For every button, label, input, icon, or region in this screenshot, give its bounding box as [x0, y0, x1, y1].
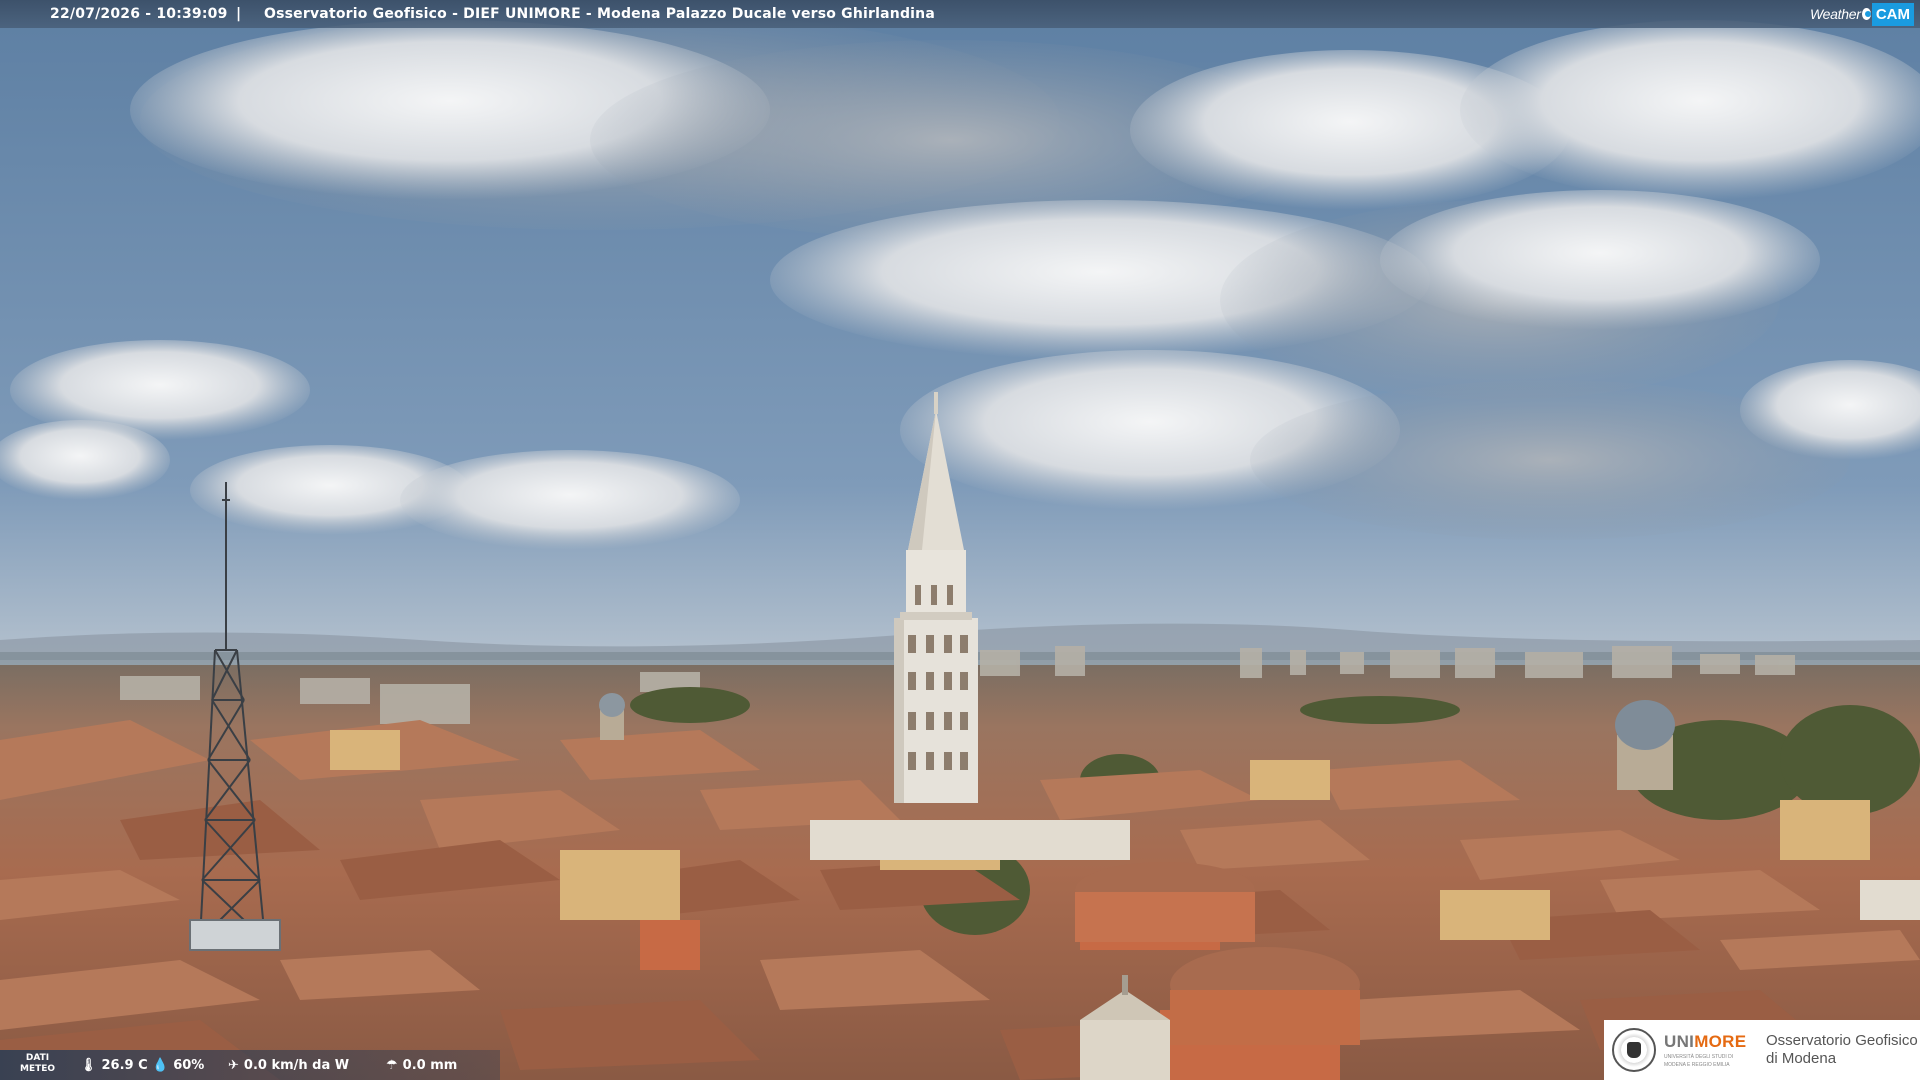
- droplet-icon: 💧: [152, 1058, 169, 1073]
- thermometer-icon: 🌡: [80, 1058, 97, 1073]
- humidity-reading: 💧 60%: [152, 1058, 204, 1073]
- caption-separator: |: [236, 6, 242, 22]
- camera-title: Osservatorio Geofisico - DIEF UNIMORE - …: [264, 6, 935, 22]
- caption-bar: 22/07/2026 - 10:39:09 | Osservatorio Geo…: [0, 0, 1920, 28]
- meteo-strip: DATI METEO 🌡 26.9 C 💧 60% ✈ 0.0 km/h da …: [0, 1050, 500, 1080]
- unimore-wordmark: UNIMORE UNIVERSITÀ DEGLI STUDI DI MODENA…: [1664, 1032, 1747, 1068]
- temperature-reading: 🌡 26.9 C: [80, 1058, 148, 1073]
- wind-icon: ✈: [228, 1058, 239, 1073]
- timestamp: 22/07/2026 - 10:39:09: [50, 6, 228, 22]
- observatory-name: Osservatorio Geofisico di Modena: [1766, 1032, 1918, 1067]
- humidity-value: 60%: [173, 1058, 205, 1073]
- university-seal-icon: [1612, 1028, 1656, 1072]
- rain-reading: ☂ 0.0 mm: [386, 1058, 457, 1073]
- wind-value: 0.0 km/h da W: [243, 1058, 350, 1073]
- meteo-label: DATI METEO: [20, 1053, 56, 1074]
- weather-wordmark: Weather: [1810, 6, 1861, 22]
- rain-value: 0.0 mm: [402, 1058, 458, 1073]
- cam-wordmark: CAM: [1871, 2, 1914, 26]
- rain-icon: ☂: [386, 1058, 398, 1073]
- wind-reading: ✈ 0.0 km/h da W: [228, 1058, 349, 1073]
- lens-icon: [1861, 8, 1871, 20]
- temperature-value: 26.9 C: [101, 1058, 148, 1073]
- weathercam-logo: Weather CAM: [1810, 0, 1920, 28]
- webcam-view: [0, 0, 1920, 1080]
- observatory-logo: UNIMORE UNIVERSITÀ DEGLI STUDI DI MODENA…: [1604, 1020, 1920, 1080]
